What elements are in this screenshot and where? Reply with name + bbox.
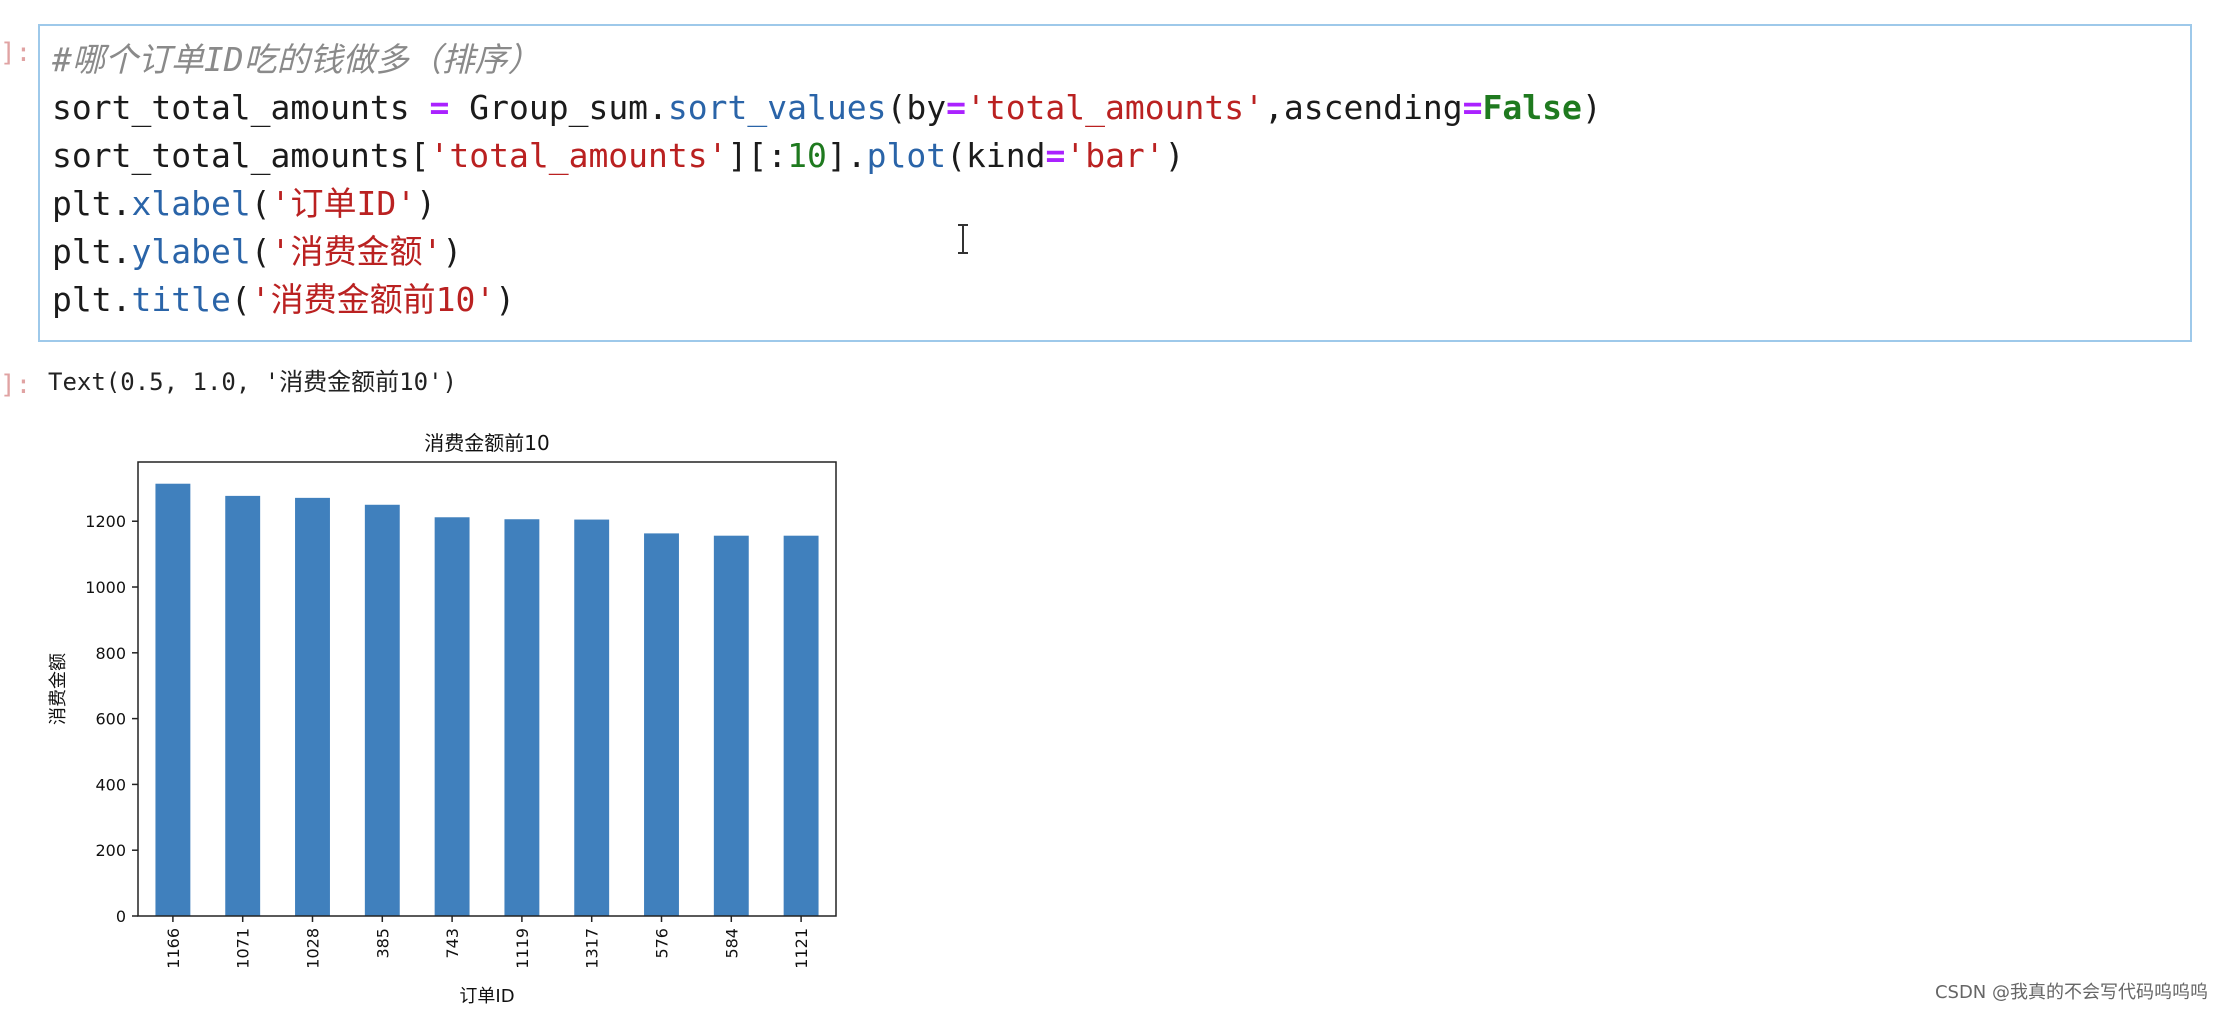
code-token: = — [946, 88, 966, 127]
code-token: 10 — [787, 136, 827, 175]
text-cursor-icon — [958, 224, 968, 254]
code-cell[interactable]: #哪个订单ID吃的钱做多（排序） sort_total_amounts = Gro… — [38, 24, 2192, 342]
code-token: plt. — [52, 232, 132, 271]
code-token: ylabel — [131, 232, 251, 271]
x-axis-label: 订单ID — [459, 986, 514, 1007]
code-token: ) — [442, 232, 463, 271]
code-token: False — [1482, 88, 1582, 127]
code-token: sort_total_amounts[ — [52, 136, 430, 175]
code-token: plot — [866, 136, 947, 175]
bar — [225, 495, 261, 916]
code-token: '消费金额' — [270, 232, 443, 271]
bar — [713, 535, 749, 916]
bar — [295, 497, 330, 916]
code-token: ) — [416, 184, 436, 223]
chart-title: 消费金额前10 — [424, 431, 549, 455]
code-token: ][: — [727, 136, 788, 175]
code-line: plt.xlabel('订单ID') — [52, 180, 436, 228]
code-token: 'total_amounts' — [429, 136, 728, 175]
code-token: title — [131, 280, 231, 319]
bar — [434, 517, 470, 916]
code-line: sort_total_amounts = Group_sum.sort_valu… — [52, 84, 1602, 132]
bar — [574, 519, 610, 916]
x-tick-label: 1028 — [304, 928, 323, 969]
code-token: Group_sum. — [449, 88, 668, 127]
code-token: ( — [250, 232, 271, 271]
code-token: = — [1462, 88, 1483, 127]
code-line: #哪个订单ID吃的钱做多（排序） — [52, 36, 541, 84]
x-tick-label: 1071 — [234, 928, 253, 969]
output-text: Text(0.5, 1.0, '消费金额前10') — [48, 368, 457, 396]
code-line: plt.title('消费金额前10') — [52, 276, 515, 324]
x-tick-label: 1166 — [164, 928, 183, 969]
code-token: ]. — [826, 136, 867, 175]
code-token: plt. — [52, 280, 132, 319]
watermark: CSDN @我真的不会写代码呜呜呜 — [1934, 982, 2208, 1003]
code-token: = — [429, 88, 450, 127]
input-prompt: ]: — [0, 38, 32, 68]
x-tick-label: 1317 — [583, 928, 602, 969]
code-token: xlabel — [131, 184, 251, 223]
code-token: ( — [230, 280, 251, 319]
code-token: ,ascending — [1263, 88, 1463, 127]
code-token: sort_values — [667, 88, 887, 127]
code-token: ) — [1581, 88, 1602, 127]
bar — [644, 533, 679, 916]
bar — [504, 519, 540, 916]
x-tick-label: 1121 — [792, 928, 811, 969]
bar — [783, 535, 819, 916]
code-token: ( — [250, 184, 271, 223]
x-tick-label: 1119 — [513, 928, 532, 969]
output-prompt: ]: — [0, 370, 32, 400]
y-tick-label: 800 — [95, 644, 126, 663]
bar — [155, 483, 191, 916]
y-tick-label: 1200 — [85, 512, 126, 531]
code-token: 'bar' — [1065, 136, 1165, 175]
code-token: ) — [1164, 136, 1185, 175]
y-tick-label: 1000 — [85, 578, 126, 597]
x-tick-label: 576 — [653, 928, 672, 959]
y-tick-label: 400 — [95, 775, 126, 794]
x-tick-label: 584 — [722, 928, 741, 959]
code-token: sort_total_amounts — [52, 88, 430, 127]
code-token: '订单ID' — [270, 184, 417, 223]
x-tick-label: 385 — [373, 928, 392, 959]
code-line: plt.ylabel('消费金额') — [52, 228, 462, 276]
code-token: (by — [886, 88, 947, 127]
code-token: #哪个订单ID吃的钱做多（排序） — [52, 40, 541, 79]
code-token: plt. — [52, 184, 132, 223]
bar — [364, 504, 400, 916]
y-tick-label: 0 — [116, 907, 126, 926]
x-tick-label: 743 — [443, 928, 462, 959]
y-tick-label: 600 — [95, 710, 126, 729]
y-tick-label: 200 — [95, 841, 126, 860]
code-line: sort_total_amounts['total_amounts'][:10]… — [52, 132, 1185, 180]
code-token: '消费金额前10' — [250, 280, 496, 319]
code-token: (kind — [946, 136, 1046, 175]
bar-chart: 0 200 400 600 800 1000 1200 1166 1071 1028 385 743 1… — [48, 431, 837, 1007]
y-axis-label: 消费金额 — [48, 653, 69, 725]
code-token: = — [1045, 136, 1066, 175]
code-token: ) — [495, 280, 516, 319]
code-token: 'total_amounts' — [965, 88, 1264, 127]
